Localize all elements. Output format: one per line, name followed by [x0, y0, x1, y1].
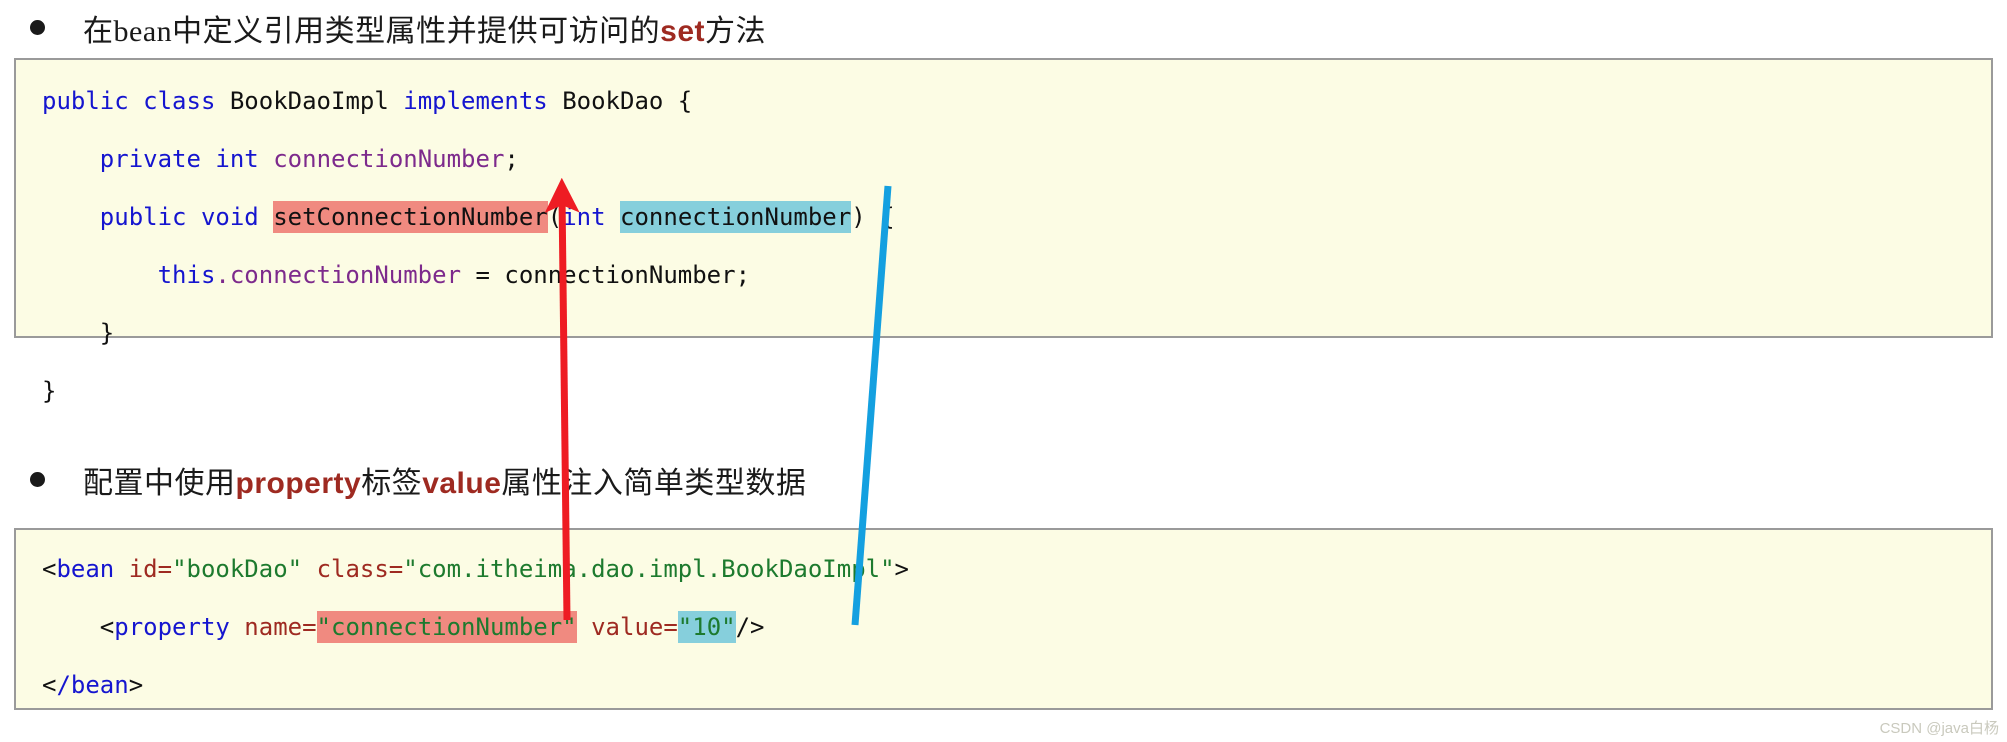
bullet-label-1: 在bean中定义引用类型属性并提供可访问的set方法 [83, 6, 766, 50]
java-code-token: ( [547, 203, 563, 231]
bullet-1-part-1: set [660, 14, 705, 48]
java-code-line: public void setConnectionNumber(int conn… [16, 188, 1991, 246]
xml-code-token [230, 613, 244, 641]
java-code-token [42, 145, 100, 173]
java-code-line: } [16, 304, 1991, 362]
bullet-dot-icon [30, 20, 45, 35]
xml-code-token: "10" [677, 611, 736, 643]
java-code-token: int [215, 145, 259, 173]
java-code-token: private [99, 145, 201, 173]
java-code-token: BookDaoImpl [215, 87, 404, 115]
xml-code-token: bean [56, 555, 115, 583]
java-code-token [129, 87, 143, 115]
bullet-row-1: 在bean中定义引用类型属性并提供可访问的set方法 [0, 0, 2007, 55]
java-code-token: } [42, 319, 115, 347]
xml-code-token: /> [735, 613, 765, 641]
bullet-row-2: 配置中使用property标签value属性注入简单类型数据 [0, 452, 2007, 507]
bullet-2-part-1: property [235, 466, 362, 500]
java-code-token: connectionNumber [273, 145, 505, 173]
java-code-token [42, 203, 100, 231]
xml-code-token: > [894, 555, 909, 583]
xml-code-token: class= [316, 555, 404, 583]
java-code-token: .connectionNumber [215, 261, 462, 289]
java-code-token: class [143, 87, 216, 115]
xml-code-token: < [42, 555, 57, 583]
bullet-dot-icon [30, 472, 45, 487]
bullet-2-part-4: 属性注入简单类型数据 [501, 466, 807, 500]
java-code-token [187, 203, 201, 231]
java-code-token [259, 145, 273, 173]
java-code-line: private int connectionNumber; [16, 130, 1991, 188]
java-code-line: public class BookDaoImpl implements Book… [16, 72, 1991, 130]
watermark: CSDN @java白杨 [1879, 720, 1999, 737]
xml-code-token: < [99, 613, 115, 641]
xml-code-token [42, 613, 100, 641]
java-code-block: public class BookDaoImpl implements Book… [14, 58, 1993, 405]
java-code-token: implements [403, 87, 548, 115]
java-code-token [259, 203, 273, 231]
java-code-token: connectionNumber [620, 201, 852, 233]
xml-code-token [577, 613, 591, 641]
xml-code-line: <bean id="bookDao" class="com.itheima.da… [16, 540, 1991, 598]
xml-code-block: <bean id="bookDao" class="com.itheima.da… [14, 528, 1993, 710]
xml-code-line: <property name="connectionNumber" value=… [16, 598, 1991, 656]
xml-code-token: /bean [56, 671, 129, 699]
xml-code-token: name= [244, 613, 317, 641]
xml-code-token: "connectionNumber" [316, 611, 577, 643]
bullet-2-part-0: 配置中使用 [83, 466, 236, 500]
bullet-2-part-3: value [422, 466, 502, 500]
java-code-token: void [200, 203, 259, 231]
xml-code-token: property [114, 613, 230, 641]
xml-code-line: </bean> [16, 656, 1991, 714]
xml-code-token [302, 555, 316, 583]
java-code-token: ) { [851, 203, 895, 231]
java-code-token [606, 203, 620, 231]
java-code-token: setConnectionNumber [273, 201, 548, 233]
java-code-token: public [99, 203, 187, 231]
java-code-token [201, 145, 215, 173]
java-code-line: this.connectionNumber = connectionNumber… [16, 246, 1991, 304]
java-code-token: } [42, 377, 57, 405]
bullet-2-part-2: 标签 [361, 466, 423, 500]
java-code-token [42, 261, 158, 289]
java-code-token: BookDao { [547, 87, 693, 115]
xml-code-token: id= [128, 555, 173, 583]
xml-code-token: "bookDao" [172, 555, 303, 583]
xml-code-token: < [42, 671, 57, 699]
java-code-token: this [157, 261, 216, 289]
java-code-token: public [42, 87, 129, 115]
bullet-1-part-0: 在bean中定义引用类型属性并提供可访问的 [83, 14, 661, 48]
xml-code-token: "com.itheima.dao.impl.BookDaoImpl" [403, 555, 895, 583]
java-code-token: = connectionNumber; [461, 261, 751, 289]
java-code-token: ; [504, 145, 519, 173]
xml-code-token: > [128, 671, 144, 699]
java-code-token: int [562, 203, 606, 231]
xml-code-token: value= [591, 613, 678, 641]
java-code-line: } [16, 362, 1991, 420]
bullet-label-2: 配置中使用property标签value属性注入简单类型数据 [83, 458, 806, 502]
bullet-1-part-2: 方法 [705, 14, 766, 48]
xml-code-token [114, 555, 128, 583]
